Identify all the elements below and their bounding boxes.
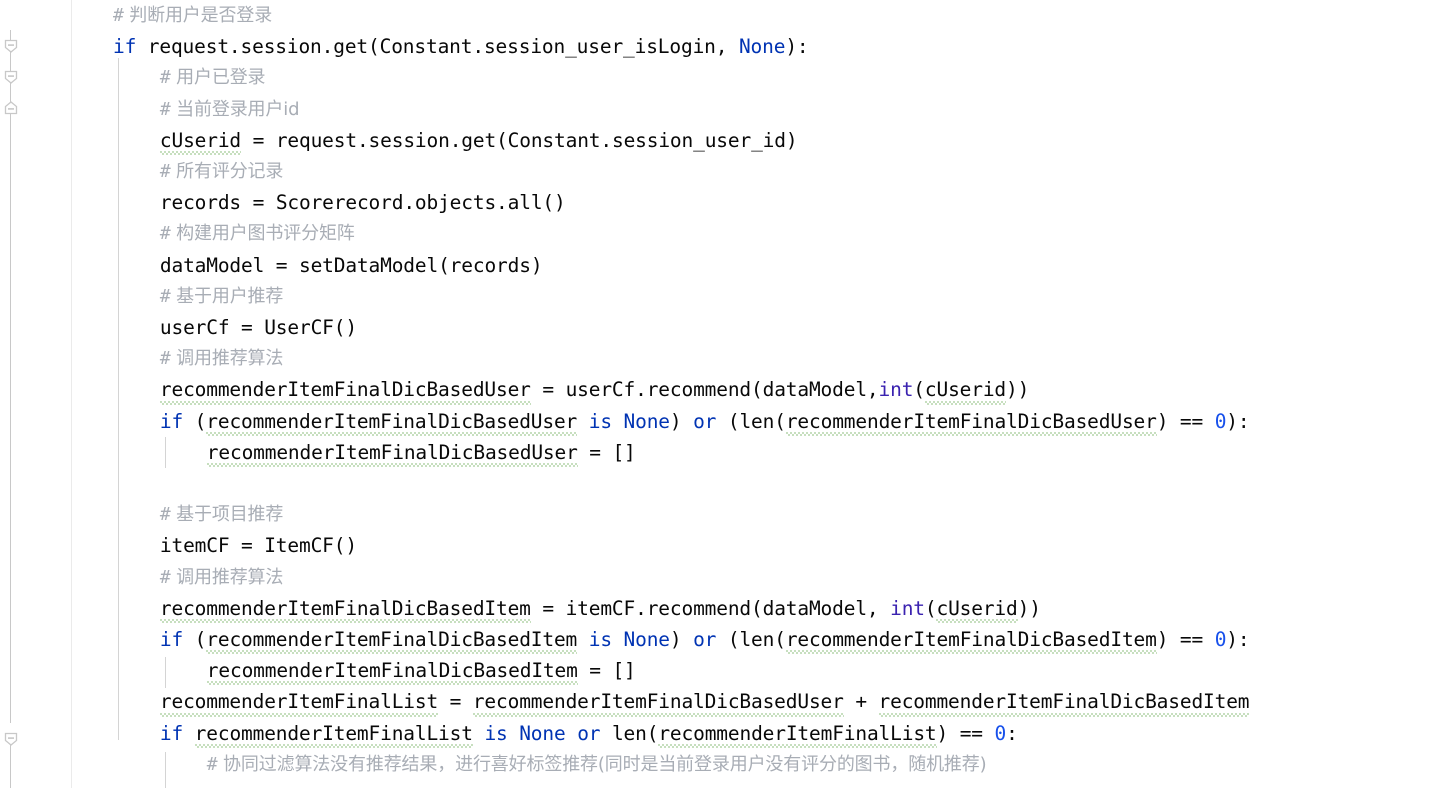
code-line[interactable]: userCf = UserCF(): [160, 312, 357, 343]
code-line[interactable]: recommenderItemFinalDicBasedItem = itemC…: [159, 593, 1041, 624]
code-line[interactable]: [160, 468, 172, 499]
code-line[interactable]: if recommenderItemFinalList is None or l…: [160, 718, 1018, 749]
code-line[interactable]: # 调用推荐算法: [160, 562, 284, 593]
code-line[interactable]: # 判断用户是否登录: [113, 0, 272, 31]
fold-marker-expanded-3[interactable]: [3, 731, 19, 747]
code-line[interactable]: # 协同过滤算法没有推荐结果，进行喜好标签推荐(同时是当前登录用户没有评分的图书…: [207, 749, 987, 780]
code-line[interactable]: if (recommenderItemFinalDicBasedItem is …: [160, 624, 1250, 655]
code-line[interactable]: # 基于用户推荐: [160, 281, 284, 312]
code-line[interactable]: recommenderItemFinalDicBasedUser = userC…: [159, 374, 1029, 405]
code-line[interactable]: records = Scorerecord.objects.all(): [160, 187, 566, 218]
indent-guide-level-1: [118, 58, 119, 740]
code-line[interactable]: # 基于项目推荐: [160, 499, 284, 530]
code-line[interactable]: # 所有评分记录: [160, 156, 284, 187]
code-line[interactable]: # 当前登录用户id: [160, 94, 300, 125]
fold-marker-expanded-1[interactable]: [3, 38, 19, 54]
code-line[interactable]: itemCF = ItemCF(): [160, 530, 357, 561]
code-editor[interactable]: # 判断用户是否登录 if request.session.get(Constan…: [0, 0, 1442, 788]
code-line[interactable]: recommenderItemFinalList = recommenderIt…: [159, 686, 1250, 717]
code-line[interactable]: cUserid = request.session.get(Constant.s…: [159, 125, 798, 156]
indent-guide-level-2-a: [165, 437, 166, 468]
fold-marker-collapsed-1[interactable]: [3, 100, 19, 116]
editor-gutter[interactable]: [0, 0, 72, 788]
code-line[interactable]: dataModel = setDataModel(records): [160, 250, 543, 281]
code-line[interactable]: recommenderItemFinalDicBasedItem = []: [206, 655, 636, 686]
code-line[interactable]: # 构建用户图书评分矩阵: [160, 218, 355, 249]
fold-spine-bottom: [10, 745, 11, 788]
code-line[interactable]: if request.session.get(Constant.session_…: [113, 31, 809, 62]
fold-spine-main: [10, 108, 11, 723]
code-line[interactable]: recommenderItemFinalDicBasedUser = []: [206, 437, 636, 468]
indent-guide-level-2-b: [165, 657, 166, 688]
code-line[interactable]: # 用户已登录: [160, 62, 266, 93]
code-content[interactable]: # 判断用户是否登录 if request.session.get(Constan…: [72, 0, 1442, 788]
code-line[interactable]: # 调用推荐算法: [160, 343, 284, 374]
indent-guide-level-2-c: [165, 752, 166, 788]
code-line[interactable]: if (recommenderItemFinalDicBasedUser is …: [160, 406, 1250, 437]
fold-marker-expanded-2[interactable]: [3, 69, 19, 85]
